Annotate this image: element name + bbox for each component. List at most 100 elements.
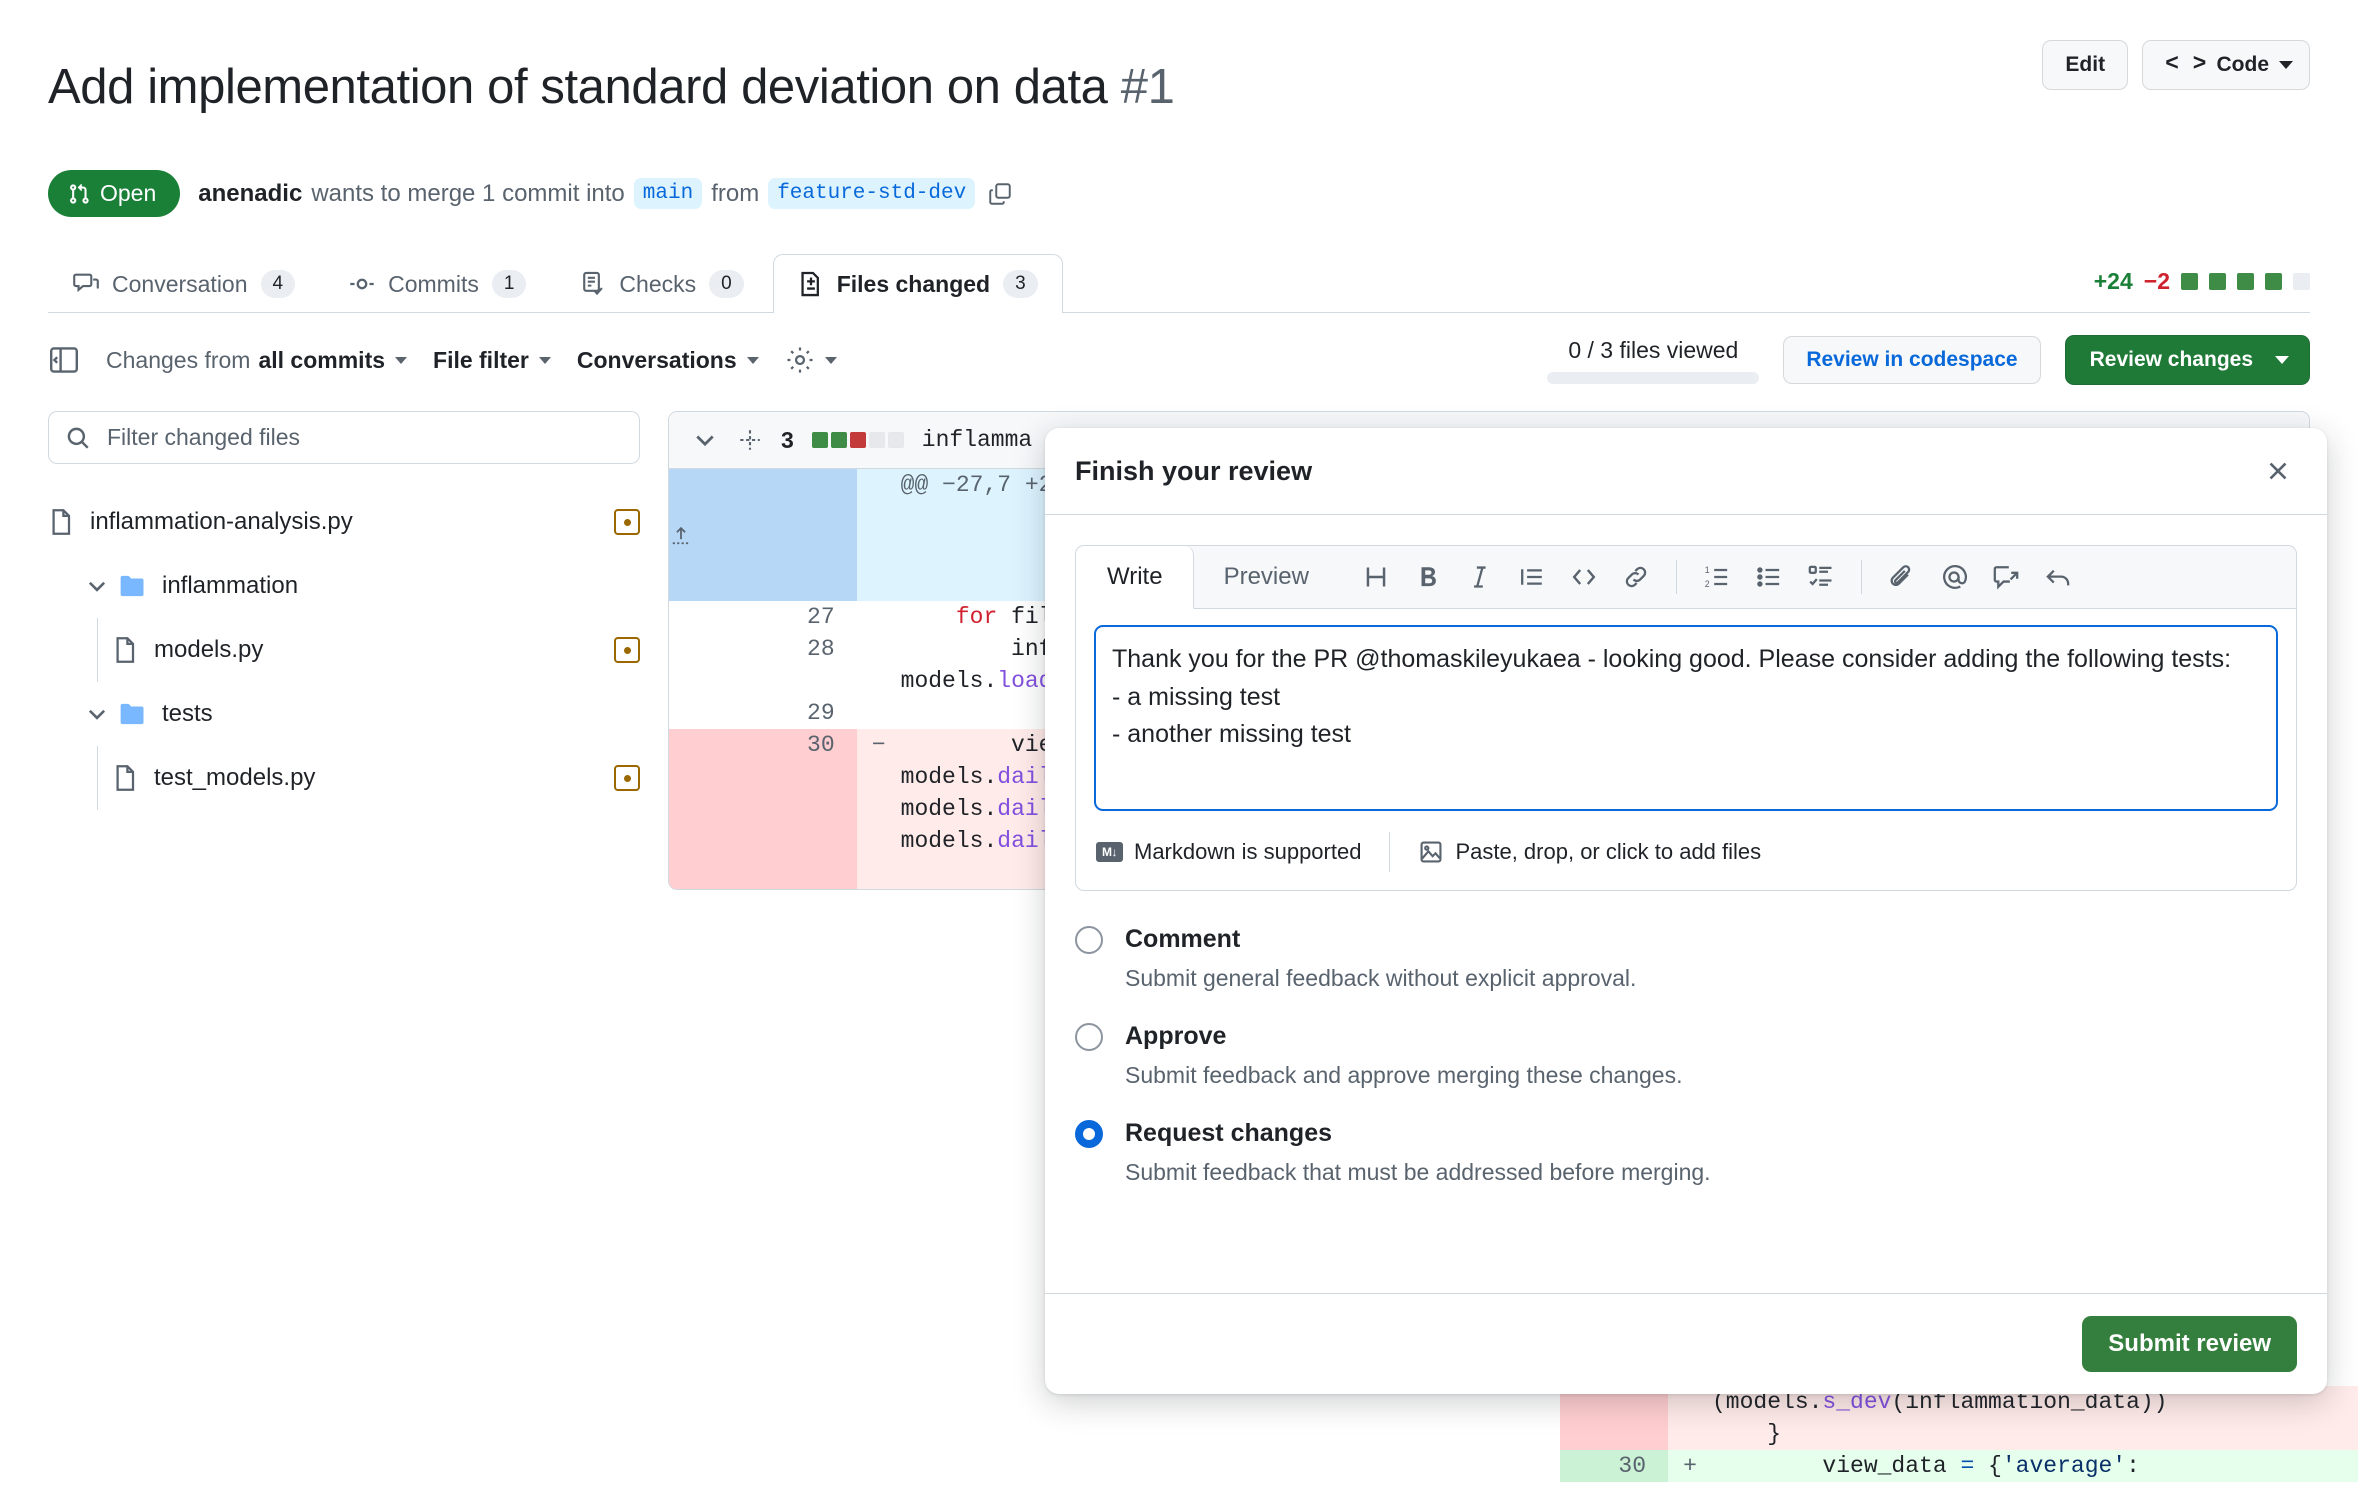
head-branch-chip[interactable]: feature-std-dev — [768, 178, 976, 209]
tab-list: Conversation 4 Commits 1 Checks 0 Files … — [48, 253, 1063, 313]
quote-icon[interactable] — [1508, 553, 1556, 601]
files-viewed-label: 0 / 3 files viewed — [1568, 336, 1739, 363]
radio-option-request-changes[interactable]: Request changes Submit feedback that mus… — [1075, 1119, 2297, 1186]
chevron-down-icon — [395, 356, 408, 364]
merge-summary: anenadic wants to merge 1 commit into ma… — [198, 178, 1012, 209]
diff-mark: + — [1668, 1450, 1712, 1482]
diffstat-block — [2237, 273, 2254, 290]
radio-button-request-changes[interactable] — [1075, 1119, 1103, 1148]
search-icon — [65, 425, 91, 451]
tree-item-test-models[interactable]: test_models.py — [48, 746, 640, 810]
mention-icon[interactable] — [1930, 553, 1978, 601]
radio-button-approve[interactable] — [1075, 1022, 1103, 1051]
chevron-down-icon[interactable] — [691, 426, 719, 454]
saved-reply-icon[interactable] — [1982, 553, 2030, 601]
diff-line-number — [669, 793, 857, 825]
italic-icon[interactable] — [1456, 553, 1504, 601]
review-comment-textarea[interactable] — [1094, 625, 2278, 811]
chevron-down-icon — [84, 573, 110, 599]
markdown-supported-note[interactable]: M↓ Markdown is supported — [1096, 839, 1361, 865]
diff-mark — [857, 601, 901, 633]
code-brackets-icon: < > — [2165, 51, 2207, 77]
search-input[interactable] — [105, 423, 623, 452]
tab-conversation[interactable]: Conversation 4 — [48, 254, 320, 313]
ordered-list-icon[interactable]: 12 — [1693, 553, 1741, 601]
attach-files-note[interactable]: Paste, drop, or click to add files — [1418, 839, 1761, 865]
file-filter-dropdown[interactable]: File filter — [433, 347, 551, 374]
tree-guide-line — [97, 618, 98, 682]
expand-diff-icon[interactable] — [737, 427, 763, 453]
toggle-sidebar-icon[interactable] — [48, 344, 80, 376]
conversations-dropdown[interactable]: Conversations — [577, 347, 759, 374]
base-branch-chip[interactable]: main — [633, 178, 703, 209]
diff-mark — [856, 761, 901, 793]
bold-icon[interactable] — [1404, 553, 1452, 601]
radio-row: Comment — [1075, 925, 2297, 954]
diff-settings-dropdown[interactable] — [785, 345, 837, 375]
radio-option-approve[interactable]: Approve Submit feedback and approve merg… — [1075, 1022, 2297, 1089]
task-list-icon[interactable] — [1797, 553, 1845, 601]
tab-write[interactable]: Write — [1076, 546, 1194, 609]
footer-divider — [1389, 832, 1391, 872]
tree-folder-tests[interactable]: tests — [48, 682, 640, 746]
merge-text-before: wants to merge 1 commit into — [311, 179, 625, 207]
checklist-icon — [580, 271, 606, 297]
diff-row-deleted: } — [1560, 1418, 2358, 1450]
tab-commits-label: Commits — [388, 270, 479, 297]
reply-icon[interactable] — [2034, 553, 2082, 601]
file-tree-panel: inflammation-analysis.py inflammation — [48, 411, 668, 890]
review-changes-button[interactable]: Review changes — [2064, 335, 2310, 385]
tab-preview[interactable]: Preview — [1194, 546, 1340, 608]
tree-folder-label: inflammation — [162, 572, 299, 599]
code-button[interactable]: < > Code — [2142, 40, 2310, 90]
diffstat-block — [2293, 273, 2310, 290]
submit-review-button[interactable]: Submit review — [2082, 1316, 2297, 1372]
radio-label-request-changes[interactable]: Request changes — [1125, 1119, 1332, 1148]
diff-line-number: 30 — [669, 729, 857, 761]
modal-footer: Submit review — [1045, 1293, 2327, 1394]
close-icon[interactable] — [2259, 454, 2297, 488]
tab-conversation-label: Conversation — [112, 270, 248, 297]
editor-toolbar: 12 — [1340, 553, 2082, 601]
pr-subhead: Open anenadic wants to merge 1 commit in… — [48, 170, 2310, 217]
editor-footer: M↓ Markdown is supported Paste, drop, or… — [1076, 816, 2296, 890]
diff-mark — [856, 793, 901, 825]
pr-author[interactable]: anenadic — [198, 180, 302, 208]
tab-commits-count: 1 — [491, 270, 527, 298]
radio-option-comment[interactable]: Comment Submit general feedback without … — [1075, 925, 2297, 992]
diff-line-text: } — [1712, 1418, 2358, 1450]
unordered-list-icon[interactable] — [1745, 553, 1793, 601]
image-icon — [1418, 839, 1444, 865]
files-toolbar: Changes from all commits File filter Con… — [48, 335, 2310, 385]
changes-from-dropdown[interactable]: Changes from all commits — [106, 346, 408, 374]
tree-item-inflammation-analysis[interactable]: inflammation-analysis.py — [48, 490, 640, 554]
radio-label-comment[interactable]: Comment — [1125, 925, 1240, 954]
code-icon[interactable] — [1560, 553, 1608, 601]
header-actions: Edit < > Code — [2042, 26, 2310, 90]
hunk-expand-icon[interactable] — [669, 469, 857, 601]
tab-commits[interactable]: Commits 1 — [324, 254, 551, 313]
toolbar-divider — [1860, 560, 1862, 594]
radio-label-approve[interactable]: Approve — [1125, 1022, 1226, 1051]
tab-files-changed[interactable]: Files changed 3 — [772, 254, 1063, 313]
tree-folder-inflammation[interactable]: inflammation — [48, 554, 640, 618]
editor-tab-bar: Write Preview 1 2 — [1076, 546, 2296, 609]
filter-files-box[interactable] — [48, 411, 640, 464]
heading-icon[interactable] — [1352, 553, 1400, 601]
copy-icon[interactable] — [988, 182, 1012, 206]
edit-button[interactable]: Edit — [2042, 40, 2129, 90]
files-toolbar-left: Changes from all commits File filter Con… — [48, 344, 837, 376]
file-icon — [48, 508, 76, 536]
link-icon[interactable] — [1612, 553, 1660, 601]
tab-checks[interactable]: Checks 0 — [555, 254, 768, 313]
tab-files-changed-count: 3 — [1003, 270, 1038, 298]
diff-panel-bottom-peek: (models.s_dev(inflammation_data)) } 30 +… — [1560, 1386, 2358, 1492]
changes-from-prefix: Changes from — [106, 346, 251, 373]
diff-file-name[interactable]: inflamma — [922, 427, 1032, 453]
attach-file-icon[interactable] — [1878, 553, 1926, 601]
review-in-codespace-button[interactable]: Review in codespace — [1783, 336, 2041, 384]
tree-item-models[interactable]: models.py — [48, 618, 640, 682]
chevron-down-icon — [538, 356, 551, 364]
tree-folder-label: tests — [162, 700, 213, 727]
radio-button-comment[interactable] — [1075, 925, 1103, 954]
